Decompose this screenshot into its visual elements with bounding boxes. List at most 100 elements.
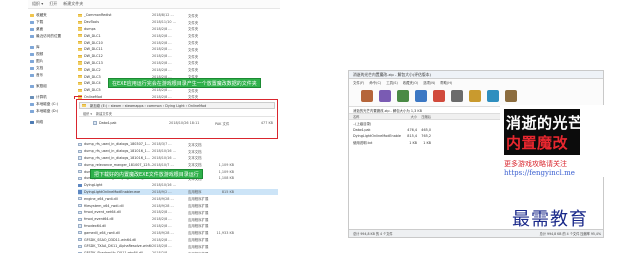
wizard-icon[interactable]: [469, 89, 481, 102]
file-date: 2018/2/8 ...: [152, 60, 172, 65]
file-icon: [78, 231, 82, 235]
file-row[interactable]: dumps 2018/2/8 ... 文件夹: [78, 26, 278, 33]
menu-item[interactable]: 收藏夹(O): [403, 80, 419, 85]
file-row[interactable]: fmod_event64.dll 2018/2/8 ... 应用程序扩展: [78, 216, 278, 223]
nav-item[interactable]: 视频: [28, 51, 72, 58]
file-icon: [78, 142, 82, 146]
archive-file-packed: 465,0: [421, 127, 431, 132]
folder-icon: [78, 40, 82, 45]
file-row[interactable]: dump_rfs_used_in_dialogs_181016_1... 2018…: [78, 155, 278, 162]
file-type: 文本文档: [188, 149, 202, 154]
nav-item[interactable]: 网络: [28, 119, 72, 126]
file-row[interactable]: _CommonRedist 2018/8/12 ... 文件夹: [78, 12, 278, 19]
nav-item[interactable]: 计算机: [28, 94, 72, 101]
archive-file-packed: 1 KB: [423, 140, 431, 145]
folder-icon: [78, 13, 82, 17]
menu-item[interactable]: 命令(C): [369, 80, 381, 85]
file-row[interactable]: DevTools 2018/11/10 ... 文件夹: [78, 19, 278, 26]
file-type: 应用程序扩展: [188, 224, 209, 229]
file-row[interactable]: fmodex64.dll 2018/2/8 ... 应用程序扩展: [78, 223, 278, 230]
status-left: 总计 994,8 KB 的 4 个文件: [353, 232, 393, 236]
menu-item[interactable]: 文件(F): [353, 80, 364, 85]
promo-link[interactable]: https://fengyincl.me: [504, 169, 575, 177]
file-row[interactable]: DyingLight 2018/10/16 ...: [78, 182, 278, 189]
menu-item[interactable]: 选项(N): [423, 80, 435, 85]
nav-item[interactable]: 家庭组: [28, 83, 72, 90]
address-bar[interactable]: 新加卷 (E:) › steam › steamapps › common › …: [79, 102, 275, 109]
drive-icon: [30, 103, 34, 106]
file-name: DW_DLC13: [84, 60, 103, 65]
nav-item[interactable]: 桌面: [28, 26, 72, 33]
open-button[interactable]: 打开: [49, 1, 57, 7]
archive-file-packed: 765,2: [421, 134, 431, 139]
drive-icon: [30, 110, 34, 113]
organize-button[interactable]: 组织 ▾: [83, 111, 92, 116]
file-name: fmod_event_net64.dll: [84, 210, 121, 215]
archive-file-name: DyingLightOnlineModEnabler.exe: [353, 134, 401, 139]
repair-icon[interactable]: [505, 89, 517, 102]
file-row[interactable]: DyingLightOnlineModEnabler.exe 2018/9/2 .…: [78, 188, 278, 196]
new-folder-button[interactable]: 新建文件夹: [63, 1, 83, 7]
nav-item-label: 本地磁盘 (D:): [36, 109, 59, 113]
file-row[interactable]: DW_DLC2 2018/2/8 ... 文件夹: [78, 66, 278, 73]
network-icon: [30, 121, 34, 124]
file-name: dump_rfs_used_in_dialogs_181016_1...: [84, 149, 150, 154]
file-name: dump_relevance_manger_181007_125...: [84, 162, 152, 167]
organize-button[interactable]: 组织 ▾: [32, 1, 43, 7]
nav-item[interactable]: 本地磁盘 (D:): [28, 108, 72, 115]
new-folder-button[interactable]: 新建文件夹: [96, 111, 112, 116]
nav-item[interactable]: 库: [28, 44, 72, 51]
file-row[interactable]: DW_DLC11 2018/2/8 ... 文件夹: [78, 46, 278, 53]
file-type: PAK 文件: [215, 121, 230, 126]
file-type: 文件夹: [188, 20, 199, 25]
nav-item[interactable]: 本地磁盘 (C:): [28, 101, 72, 108]
file-row[interactable]: DW_DLC1 2018/2/8 ... 文件夹: [78, 32, 278, 39]
extract-icon[interactable]: [379, 89, 391, 102]
file-row[interactable]: engine_x64_rwdi.dll 2018/9/28 ... 应用程序扩展: [78, 195, 278, 202]
navigation-pane: 收藏夹 下载 桌面 最近访问的位置库视频 图片 文档 音乐家庭组计算机 本地磁盘 (C:) 本地…: [28, 9, 72, 253]
annotation-line: [74, 96, 82, 97]
file-row-data4[interactable]: Data4.pak 2018/10/26 18:11 PAK 文件 477 KB: [79, 119, 275, 127]
file-row[interactable]: dump_rfs_used_in_dialogs_180307_1... 2018…: [78, 141, 278, 148]
file-row[interactable]: DW_DLC10 2018/2/8 ... 文件夹: [78, 39, 278, 46]
file-date: 2018/8/12 ...: [152, 13, 174, 18]
nav-item[interactable]: 收藏夹: [28, 12, 72, 19]
file-row[interactable]: GFSDK_TXAA_DX11_AlphaResolve.win64... 201…: [78, 243, 278, 250]
file-name: engine_x64_rwdi.dll: [84, 196, 118, 201]
file-name: dump_rfs_used_in_dialogs_180307_1...: [84, 142, 150, 147]
nav-item-label: 音乐: [36, 73, 44, 77]
file-name: DW_DLC11: [84, 47, 103, 52]
add-icon[interactable]: [361, 89, 373, 102]
menu-item[interactable]: 帮助(H): [440, 80, 452, 85]
file-name: DevTools: [84, 20, 100, 25]
nav-item[interactable]: 文档: [28, 65, 72, 72]
file-row[interactable]: DW_DLC12 2018/2/8 ... 文件夹: [78, 53, 278, 60]
column-packed[interactable]: 压缩后: [417, 114, 431, 119]
file-name: _CommonRedist: [84, 13, 112, 18]
nav-item[interactable]: 最近访问的位置: [28, 33, 72, 40]
menu-item[interactable]: 工具(S): [386, 80, 398, 85]
column-name[interactable]: 名称: [353, 114, 401, 119]
exe-icon: [78, 183, 82, 187]
find-icon[interactable]: [451, 89, 463, 102]
column-size[interactable]: 大小: [401, 114, 417, 119]
test-icon[interactable]: [397, 89, 409, 102]
file-type: 文件夹: [188, 13, 199, 18]
delete-icon[interactable]: [433, 89, 445, 102]
file-row[interactable]: gamedll_x64_rwdi.dll 2018/9/28 ... 应用程序扩展 1…: [78, 229, 278, 236]
file-row[interactable]: GFSDK_SSAO_D3D11.win64.dll 2018/2/8 ... 应用…: [78, 236, 278, 243]
nav-item[interactable]: 下载: [28, 19, 72, 26]
file-date: 2018/10/16 ...: [152, 183, 176, 188]
file-name: GFSDK_SSAO_D3D11.win64.dll: [84, 237, 137, 242]
folder-icon: [78, 20, 82, 24]
file-row[interactable]: filesystem_x64_rwdi.dll 2018/9/28 ... 应用程序…: [78, 202, 278, 209]
nav-item[interactable]: 图片: [28, 58, 72, 65]
info-icon[interactable]: [487, 89, 499, 102]
file-icon: [78, 237, 82, 242]
file-row[interactable]: dump_relevance_manger_181007_125... 2018/…: [78, 161, 278, 168]
view-icon[interactable]: [415, 89, 427, 102]
nav-item[interactable]: 音乐: [28, 72, 72, 79]
file-row[interactable]: fmod_event_net64.dll 2018/2/8 ... 应用程序扩展: [78, 209, 278, 216]
file-row[interactable]: DW_DLC13 2018/2/8 ... 文件夹: [78, 60, 278, 67]
file-row[interactable]: dump_rfs_used_in_dialogs_181016_1... 2018…: [78, 148, 278, 155]
